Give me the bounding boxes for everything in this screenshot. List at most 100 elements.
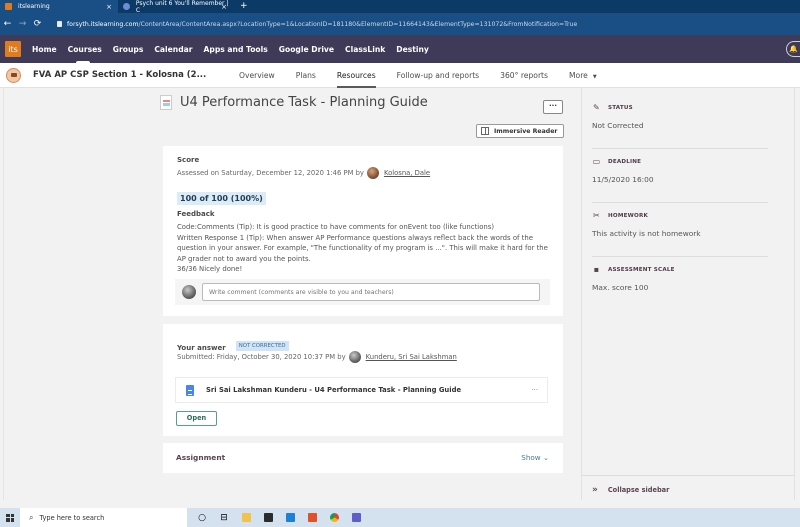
tab-resources[interactable]: Resources <box>336 63 376 88</box>
assessment-scale-icon: ▪ <box>593 265 600 274</box>
answer-card: Your answer NOT CORRECTED Submitted: Fri… <box>163 324 563 436</box>
new-tab-button[interactable]: + <box>240 0 248 12</box>
feedback-line: Written Response 1 (Tip): When answer AP… <box>177 233 548 263</box>
assignment-card: Assignment Show ⌄ <box>163 443 563 473</box>
nav-groups[interactable]: Groups <box>113 45 144 54</box>
reload-icon[interactable]: ⟳ <box>30 19 45 29</box>
assessment-scale-value: Max. score 100 <box>592 283 649 292</box>
search-icon: ⌕ <box>29 512 34 522</box>
nav-google-drive[interactable]: Google Drive <box>279 45 334 54</box>
lock-icon <box>57 21 62 27</box>
url-host: forsyth.itslearning.com <box>67 20 139 28</box>
office-icon[interactable] <box>301 508 323 527</box>
url-field[interactable]: forsyth.itslearning.com /ContentArea/Con… <box>57 21 577 28</box>
comment-row <box>175 279 550 305</box>
cortana-icon[interactable]: ○ <box>191 508 213 527</box>
page-title: U4 Performance Task - Planning Guide <box>180 95 428 110</box>
course-icon <box>6 67 21 83</box>
browser-tab-itslearning[interactable]: itslearning × <box>0 0 118 13</box>
taskbar-search[interactable]: ⌕ Type here to search <box>20 508 187 527</box>
nav-home[interactable]: Home <box>32 45 57 54</box>
file-name[interactable]: Sri Sai Lakshman Kunderu - U4 Performanc… <box>206 386 461 394</box>
taskbar-search-placeholder: Type here to search <box>39 513 105 522</box>
course-bar: FVA AP CSP Section 1 - Kolosna (2... Ove… <box>0 63 800 88</box>
tab-follow-up-and-reports[interactable]: Follow-up and reports <box>397 63 479 88</box>
status-value: Not Corrected <box>592 121 644 130</box>
close-tab-icon[interactable]: × <box>106 3 112 11</box>
immersive-reader-button[interactable]: Immersive Reader <box>476 124 564 138</box>
chrome-icon[interactable] <box>323 508 345 527</box>
score-card: Score Assessed on Saturday, December 12,… <box>163 146 563 316</box>
status-label: STATUS <box>608 104 633 111</box>
submitter-avatar <box>348 351 361 363</box>
itslearning-favicon-icon <box>5 3 12 10</box>
submitted-text: Submitted: Friday, October 30, 2020 10:3… <box>177 353 346 361</box>
mail-icon[interactable] <box>279 508 301 527</box>
address-bar: ← → ⟳ forsyth.itslearning.com /ContentAr… <box>0 13 800 35</box>
forward-arrow-icon[interactable]: → <box>15 19 30 29</box>
file-explorer-icon[interactable] <box>235 508 257 527</box>
google-doc-icon <box>186 384 194 396</box>
close-tab-icon[interactable]: × <box>221 3 227 11</box>
sidebar-status: ✎ STATUS Not Corrected <box>592 103 768 149</box>
url-path: /ContentArea/ContentArea.aspx?LocationTy… <box>138 20 578 28</box>
nav-destiny[interactable]: Destiny <box>396 45 429 54</box>
task-view-icon[interactable]: ⊟ <box>213 508 235 527</box>
details-sidebar: ✎ STATUS Not Corrected ▭ DEADLINE 11/5/202… <box>581 88 795 500</box>
windows-taskbar: ⌕ Type here to search ○ ⊟ <box>0 508 800 527</box>
deadline-value: 11/5/2020 16:00 <box>592 175 654 184</box>
show-assignment-button[interactable]: Show ⌄ <box>521 453 549 462</box>
calendar-icon: ▭ <box>592 157 601 166</box>
browser-tab-strip: itslearning × Psych unit 6 You'll Rememb… <box>0 0 800 14</box>
feedback-line: 36/36 Nicely done! <box>177 265 243 273</box>
nav-apps-and-tools[interactable]: Apps and Tools <box>204 45 268 54</box>
chevron-down-icon: ⌄ <box>542 453 549 462</box>
assessed-text: Assessed on Saturday, December 12, 2020 … <box>177 169 364 177</box>
more-options-button[interactable]: ··· <box>543 100 563 114</box>
feedback-line: Code:Comments (Tip): It is good practice… <box>177 223 495 231</box>
quizlet-favicon-icon <box>123 3 130 10</box>
collapse-sidebar-button[interactable]: » Collapse sidebar <box>592 485 669 495</box>
back-arrow-icon[interactable]: ← <box>0 19 15 29</box>
nav-courses[interactable]: Courses <box>68 45 102 64</box>
immersive-reader-label: Immersive Reader <box>494 127 558 135</box>
score-heading: Score <box>177 156 200 164</box>
notifications-bell-icon[interactable]: 🔔 <box>786 41 800 57</box>
immersive-reader-icon <box>481 127 489 135</box>
submitter-link[interactable]: Kunderu, Sri Sai Lakshman <box>366 353 457 361</box>
pencil-icon: ✎ <box>593 103 600 112</box>
tab-more[interactable]: More ▼ <box>569 63 597 88</box>
show-label: Show <box>521 453 541 462</box>
microsoft-store-icon[interactable] <box>257 508 279 527</box>
open-button[interactable]: Open <box>176 411 217 426</box>
itslearning-logo[interactable]: its <box>5 41 21 57</box>
assessor-link[interactable]: Kolosna, Dale <box>384 169 430 177</box>
top-navigation: its Home Courses Groups Calendar Apps an… <box>0 35 800 64</box>
comment-input[interactable] <box>202 283 540 301</box>
windows-logo-icon <box>6 513 14 522</box>
nav-calendar[interactable]: Calendar <box>154 45 192 54</box>
teams-icon[interactable] <box>345 508 367 527</box>
start-button[interactable] <box>0 508 20 527</box>
homework-label: HOMEWORK <box>608 212 648 219</box>
tab-more-label: More <box>569 70 588 80</box>
file-more-icon[interactable]: ··· <box>531 386 538 394</box>
sidebar-deadline: ▭ DEADLINE 11/5/2020 16:00 <box>592 157 768 203</box>
tab-360-reports[interactable]: 360° reports <box>500 63 548 88</box>
feedback-heading: Feedback <box>177 210 215 218</box>
homework-icon: ✂ <box>593 211 600 220</box>
sidebar-homework: ✂ HOMEWORK This activity is not homework <box>592 211 768 257</box>
deadline-label: DEADLINE <box>608 158 642 165</box>
tab-plans[interactable]: Plans <box>296 63 316 88</box>
browser-tab-psych[interactable]: Psych unit 6 You'll Remember | C × <box>118 0 233 14</box>
sidebar-assessment-scale: ▪ ASSESSMENT SCALE Max. score 100 <box>592 265 768 311</box>
browser-tab-label: itslearning <box>18 3 50 10</box>
score-value: 100 of 100 (100%) <box>177 192 266 205</box>
tab-overview[interactable]: Overview <box>239 63 275 88</box>
browser-tab-label: Psych unit 6 You'll Remember | C <box>135 0 229 14</box>
nav-classlink[interactable]: ClassLink <box>345 45 385 54</box>
feedback-text: Code:Comments (Tip): It is good practice… <box>177 222 552 275</box>
caret-down-icon: ▼ <box>592 73 597 80</box>
file-row[interactable]: Sri Sai Lakshman Kunderu - U4 Performanc… <box>175 377 548 403</box>
course-title[interactable]: FVA AP CSP Section 1 - Kolosna (2... <box>33 70 218 80</box>
